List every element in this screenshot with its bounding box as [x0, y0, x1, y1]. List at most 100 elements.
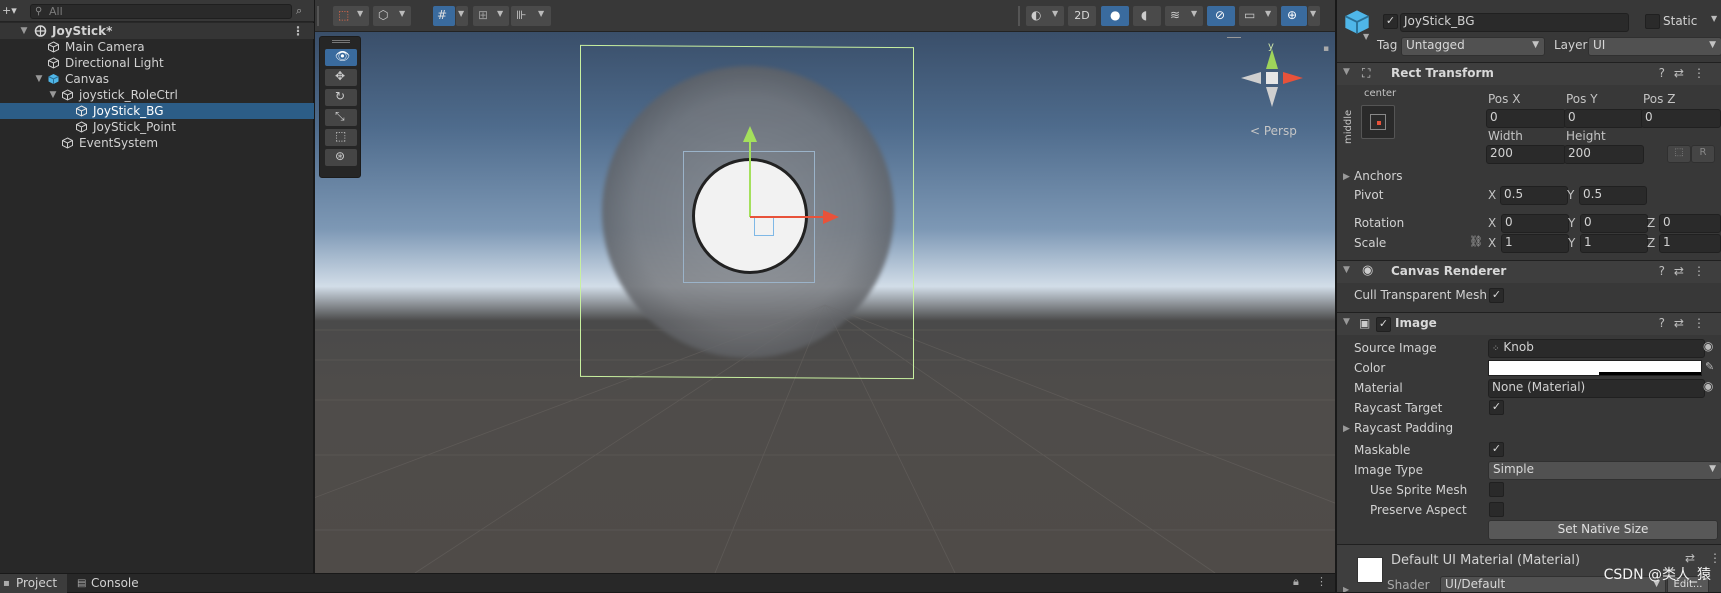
fold-arrow-icon[interactable]: ▼ — [1343, 67, 1350, 77]
image-enabled-checkbox[interactable]: ✓ — [1376, 317, 1391, 332]
fold-arrow-icon[interactable]: ▼ — [1343, 265, 1350, 275]
rect-tool-button[interactable]: ⬚ — [325, 129, 357, 146]
raw-edit-button[interactable]: R — [1691, 145, 1715, 163]
fold-arrow-icon[interactable]: ▶ — [1343, 172, 1350, 182]
object-name-field[interactable]: JoyStick_BG — [1400, 13, 1629, 32]
scene-visibility-button[interactable]: ⊘ — [1207, 6, 1235, 26]
scale-z-field[interactable]: 1 — [1659, 234, 1721, 253]
tag-dropdown[interactable]: Untagged ▼ — [1401, 37, 1545, 56]
effects-dropdown[interactable]: ≋ ▼ — [1165, 6, 1203, 26]
gizmos-toggle-button[interactable]: ⊕ — [1281, 6, 1307, 26]
audio-toggle-button[interactable]: ◖ — [1133, 6, 1161, 26]
pivot-y-field[interactable]: 0.5 — [1579, 186, 1647, 205]
expand-arrow-icon[interactable]: ▼ — [33, 71, 45, 87]
set-native-size-button[interactable]: Set Native Size — [1488, 520, 1718, 540]
source-image-field[interactable]: ⁘ Knob — [1488, 339, 1705, 358]
rotation-z-field[interactable]: 0 — [1659, 214, 1721, 233]
scale-y-field[interactable]: 1 — [1580, 234, 1648, 253]
transform-tool-button[interactable]: ⊛ — [325, 149, 357, 166]
image-header[interactable]: ▼ ▣ ✓ Image ?⇄⋮ — [1337, 312, 1721, 335]
lock-icon[interactable]: 🔒︎ — [1293, 575, 1299, 589]
grid-snap-dropdown[interactable]: ▼ — [456, 6, 468, 26]
pivot-mode-dropdown[interactable]: ⬡ ▼ — [373, 6, 411, 26]
y-axis-arrow-icon[interactable] — [743, 126, 757, 142]
raycast-target-checkbox[interactable]: ✓ — [1489, 400, 1504, 415]
view-tool-button[interactable]: 👁︎ — [325, 49, 357, 66]
tab-project[interactable]: ▪ Project — [0, 574, 68, 593]
lighting-toggle-button[interactable]: ● — [1101, 6, 1129, 26]
panel-menu-icon[interactable]: ⋮ — [1316, 575, 1327, 588]
preserve-aspect-checkbox[interactable] — [1489, 502, 1504, 517]
hierarchy-item-joystick-bg[interactable]: JoyStick_BG — [0, 103, 314, 119]
fold-arrow-icon[interactable]: ▼ — [1343, 317, 1350, 327]
maskable-checkbox[interactable]: ✓ — [1489, 442, 1504, 457]
move-tool-button[interactable]: ✥ — [325, 69, 357, 86]
scene-row[interactable]: ▼ JoyStick* ⋮ — [0, 23, 314, 39]
hierarchy-search-input[interactable]: ⚲ All — [30, 4, 292, 19]
scale-tool-button[interactable]: ⤡ — [325, 109, 357, 126]
rotation-x-field[interactable]: 0 — [1501, 214, 1569, 233]
persp-toggle[interactable]: < Persp — [1250, 124, 1297, 138]
tab-console[interactable]: ▤ Console — [75, 574, 139, 593]
hierarchy-item-joystick-point[interactable]: JoyStick_Point — [0, 119, 314, 135]
pos-x-field[interactable]: 0 — [1486, 109, 1566, 128]
object-picker-icon[interactable]: ◉ — [1703, 339, 1713, 353]
blueprint-mode-button[interactable]: ⬚ — [1667, 145, 1691, 163]
hierarchy-item-canvas[interactable]: ▼ Canvas — [0, 71, 314, 87]
pivot-x-field[interactable]: 0.5 — [1500, 186, 1568, 205]
camera-settings-dropdown[interactable]: ▭ ▼ — [1239, 6, 1277, 26]
static-dropdown-chevron-icon[interactable]: ▼ — [1711, 14, 1717, 23]
grid-snap-button[interactable]: # — [433, 6, 455, 26]
height-field[interactable]: 200 — [1564, 145, 1644, 164]
scene-view[interactable]: ⬚ ▼ ⬡ ▼ # ▼ ⊞ ▼ ⊪ ▼ ◐ ▼ 2D ● ◖ ≋ ▼ ⊘ ▭ ▼ ⊕ ▼ 👁︎… — [315, 0, 1335, 573]
layer-dropdown[interactable]: UI ▼ — [1588, 37, 1721, 56]
create-dropdown-button[interactable]: +▾ — [2, 4, 24, 18]
move-gizmo[interactable] — [735, 124, 845, 234]
object-picker-icon[interactable]: ◉ — [1703, 379, 1713, 393]
material-field[interactable]: None (Material) — [1488, 379, 1705, 398]
active-checkbox[interactable]: ✓ — [1383, 14, 1398, 29]
scale-x-field[interactable]: 1 — [1501, 234, 1569, 253]
anchors-label[interactable]: Anchors — [1354, 169, 1403, 183]
component-header-icons[interactable]: ?⇄⋮ — [1659, 264, 1714, 278]
static-checkbox[interactable] — [1645, 14, 1660, 29]
component-header-icons[interactable]: ?⇄⋮ — [1659, 66, 1714, 80]
hierarchy-item-joystick-rolectrl[interactable]: ▼ joystick_RoleCtrl — [0, 87, 314, 103]
draw-mode-dropdown[interactable]: ◐ ▼ — [1026, 6, 1064, 26]
scale-link-icon[interactable]: ⛓ — [1469, 235, 1483, 248]
gizmo-mode-dropdown[interactable]: ⬚ ▼ — [333, 6, 369, 26]
fold-arrow-icon[interactable]: ▶ — [1343, 424, 1350, 434]
image-type-dropdown[interactable]: Simple ▼ — [1488, 461, 1721, 480]
icon-dropdown-chevron-icon[interactable]: ▼ — [1363, 32, 1369, 41]
rect-transform-header[interactable]: ▼ ⛶ Rect Transform ?⇄⋮ — [1337, 62, 1721, 85]
cull-transparent-mesh-checkbox[interactable]: ✓ — [1489, 288, 1504, 303]
component-header-icons[interactable]: ?⇄⋮ — [1659, 316, 1714, 330]
hierarchy-item-main-camera[interactable]: Main Camera — [0, 39, 314, 55]
2d-toggle-button[interactable]: 2D — [1068, 6, 1096, 26]
material-menu-icon[interactable]: ⋮ — [1709, 551, 1721, 565]
gizmos-dropdown[interactable]: ▼ — [1308, 6, 1320, 26]
gizmo-grip[interactable] — [1227, 37, 1241, 40]
rotate-tool-button[interactable]: ↻ — [325, 89, 357, 106]
hierarchy-item-eventsystem[interactable]: EventSystem — [0, 135, 314, 151]
scene-menu-icon[interactable]: ⋮ — [292, 23, 304, 39]
material-settings-icon[interactable]: ⇄ — [1685, 551, 1695, 565]
fold-arrow-icon[interactable]: ▶ — [1343, 585, 1349, 592]
expand-arrow-icon[interactable]: ▼ — [47, 87, 59, 103]
expand-arrow-icon[interactable]: ▼ — [18, 23, 30, 39]
gizmo-lock-icon[interactable]: ▪ — [1323, 44, 1329, 54]
x-axis-arrow-icon[interactable] — [823, 210, 839, 224]
eyedropper-icon[interactable]: ✎ — [1705, 360, 1714, 373]
pos-y-field[interactable]: 0 — [1564, 109, 1644, 128]
width-field[interactable]: 200 — [1486, 145, 1566, 164]
use-sprite-mesh-checkbox[interactable] — [1489, 482, 1504, 497]
increment-snap-button[interactable]: ⊞ ▼ — [473, 6, 509, 26]
orientation-gizmo[interactable] — [1239, 45, 1305, 111]
ruler-snap-button[interactable]: ⊪ ▼ — [511, 6, 551, 26]
search-options-icon[interactable]: ⌕ — [296, 4, 310, 18]
color-field[interactable] — [1488, 360, 1702, 376]
hierarchy-item-directional-light[interactable]: Directional Light — [0, 55, 314, 71]
rotation-y-field[interactable]: 0 — [1580, 214, 1648, 233]
canvas-renderer-header[interactable]: ▼ ◉ Canvas Renderer ?⇄⋮ — [1337, 260, 1721, 283]
pos-z-field[interactable]: 0 — [1641, 109, 1721, 128]
